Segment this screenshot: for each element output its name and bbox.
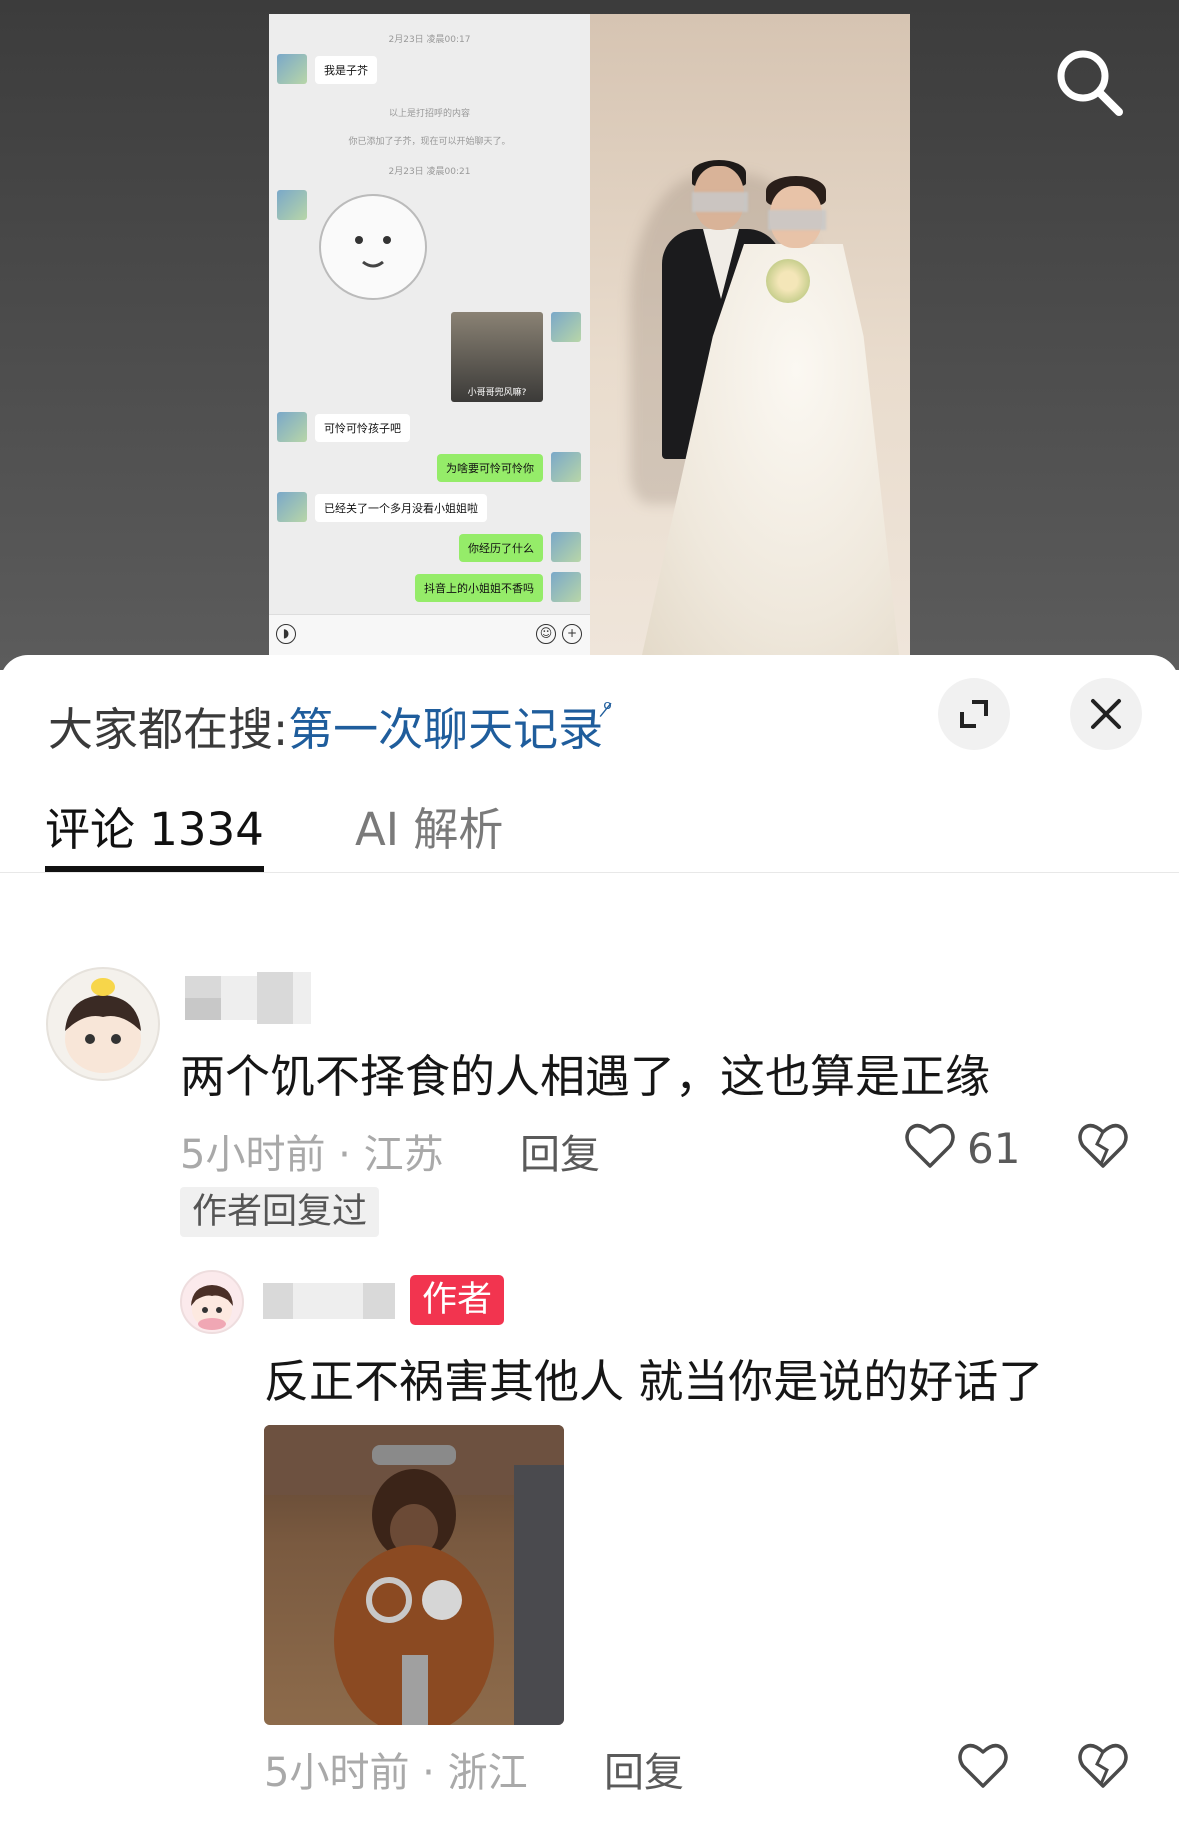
dislike-icon — [1078, 1123, 1128, 1168]
chat-avatar — [277, 54, 307, 84]
close-button[interactable] — [1070, 678, 1142, 750]
chat-image-caption: 小哥哥兜风嘛? — [467, 388, 527, 398]
plus-icon: + — [562, 624, 582, 644]
hot-search-keyword[interactable]: 第一次聊天记录 — [288, 703, 603, 756]
chat-message: 为啥要可怜可怜你 — [437, 454, 543, 482]
chat-message: 已经关了一个多月没看小姐姐啦 — [315, 494, 487, 522]
chat-message: 你经历了什么 — [459, 534, 543, 562]
close-icon — [1091, 699, 1121, 729]
chat-timestamp: 2月23日 凌晨00:21 — [388, 167, 471, 177]
reply-button[interactable]: 回复 — [604, 1740, 684, 1798]
chat-system-text: 以上是打招呼的内容 — [388, 109, 470, 119]
chat-avatar — [551, 532, 581, 562]
wedding-photo — [590, 14, 910, 655]
comment-text: 两个饥不择食的人相遇了，这也算是正缘 — [180, 1050, 991, 1103]
like-button[interactable] — [955, 1737, 1011, 1797]
dislike-button[interactable] — [1075, 1737, 1131, 1797]
privacy-blur — [692, 192, 748, 212]
chat-system-text: 你已添加了子芥，现在可以开始聊天了。 — [348, 137, 511, 147]
chat-avatar — [277, 190, 307, 220]
reply-button[interactable]: 回复 — [520, 1122, 600, 1180]
chat-input-bar: ◗ ☺ + — [269, 614, 590, 655]
tab-comments[interactable]: 评论 1334 — [45, 793, 264, 858]
author-replied-tag[interactable]: 作者回复过 — [180, 1187, 380, 1237]
chat-avatar — [277, 492, 307, 522]
hot-search-bar[interactable]: 大家都在搜:第一次聊天记录ᵒ̷ — [48, 693, 612, 758]
expand-button[interactable] — [938, 678, 1010, 750]
chat-image: 小哥哥兜风嘛? — [451, 312, 543, 402]
video-player[interactable]: 2月23日 凌晨00:17 我是子芥 以上是打招呼的内容 你已添加了子芥，现在可… — [0, 0, 1179, 670]
heart-icon — [958, 1743, 1008, 1788]
chat-avatar — [551, 572, 581, 602]
chat-avatar — [277, 412, 307, 442]
comment-tabs: 评论 1334 AI 解析 — [0, 775, 1179, 873]
bouquet — [766, 259, 810, 303]
masked-username — [263, 1283, 293, 1319]
chat-avatar — [551, 452, 581, 482]
voice-icon: ◗ — [276, 624, 296, 644]
chat-message: 我是子芥 — [315, 56, 377, 84]
masked-username — [185, 976, 221, 998]
chat-timestamp: 2月23日 凌晨00:17 — [388, 35, 471, 45]
chat-sticker — [319, 194, 427, 300]
avatar[interactable] — [46, 967, 160, 1081]
like-count: 61 — [967, 1124, 1021, 1173]
emoji-icon: ☺ — [536, 624, 556, 644]
tab-ai-analysis[interactable]: AI 解析 — [355, 793, 503, 858]
avatar[interactable] — [180, 1270, 244, 1334]
search-small-icon: ᵒ̷ — [603, 697, 613, 722]
comment-meta: 5小时前 · 江苏 — [180, 1132, 444, 1178]
comment-sheet: 大家都在搜:第一次聊天记录ᵒ̷ 评论 1334 AI 解析 — [0, 655, 1179, 1829]
privacy-blur — [768, 210, 826, 230]
reply-image[interactable] — [264, 1425, 564, 1725]
chat-avatar — [551, 312, 581, 342]
hot-search-label: 大家都在搜: — [48, 703, 289, 756]
chat-message: 可怜可怜孩子吧 — [315, 414, 410, 442]
expand-icon — [960, 700, 988, 728]
dislike-icon — [1078, 1743, 1128, 1788]
chat-message: 抖音上的小姐姐不香吗 — [415, 574, 543, 602]
active-tab-indicator — [45, 866, 264, 872]
heart-icon — [905, 1123, 955, 1168]
like-button[interactable] — [902, 1117, 958, 1177]
author-badge: 作者 — [410, 1275, 505, 1325]
reply-text: 反正不祸害其他人 就当你是说的好话了 — [264, 1355, 1044, 1408]
search-icon[interactable] — [1049, 42, 1129, 122]
dislike-button[interactable] — [1075, 1117, 1131, 1177]
reply-meta: 5小时前 · 浙江 — [264, 1750, 528, 1796]
chat-screenshot: 2月23日 凌晨00:17 我是子芥 以上是打招呼的内容 你已添加了子芥，现在可… — [269, 14, 590, 655]
